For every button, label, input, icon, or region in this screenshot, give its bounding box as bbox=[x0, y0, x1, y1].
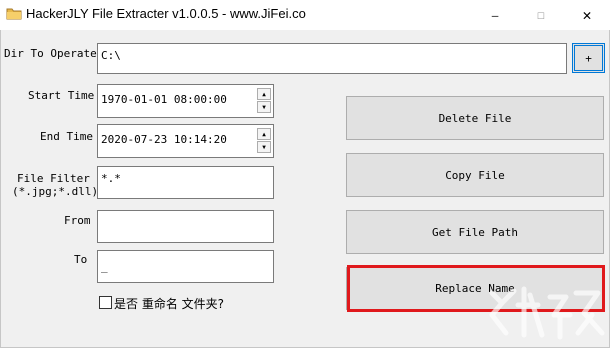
end-time-picker[interactable]: 2020-07-23 10:14:20 ▲ ▼ bbox=[97, 124, 274, 158]
arrow-up-icon: ▲ bbox=[262, 90, 266, 98]
from-input[interactable] bbox=[97, 210, 274, 243]
end-time-spin-up[interactable]: ▲ bbox=[257, 128, 271, 140]
end-time-value: 2020-07-23 10:14:20 bbox=[101, 133, 227, 146]
start-time-spin-up[interactable]: ▲ bbox=[257, 88, 271, 100]
arrow-up-icon: ▲ bbox=[262, 130, 266, 138]
delete-file-button[interactable]: Delete File bbox=[346, 96, 604, 140]
from-label: From bbox=[64, 214, 91, 227]
close-button[interactable]: ✕ bbox=[564, 0, 610, 30]
to-label: To bbox=[74, 253, 88, 266]
to-input[interactable]: _ bbox=[97, 250, 274, 283]
window-title: HackerJLY File Extracter v1.0.0.5 - www.… bbox=[26, 6, 306, 21]
to-value: _ bbox=[101, 260, 108, 273]
end-time-label: End Time bbox=[40, 130, 93, 143]
file-filter-value: *.* bbox=[101, 172, 121, 185]
rename-folder-checkbox[interactable] bbox=[99, 296, 112, 309]
minimize-button[interactable]: — bbox=[472, 0, 518, 30]
get-file-path-button[interactable]: Get File Path bbox=[346, 210, 604, 254]
end-time-spin-down[interactable]: ▼ bbox=[257, 141, 271, 153]
minimize-icon: — bbox=[491, 8, 499, 22]
close-icon: ✕ bbox=[582, 6, 592, 24]
file-filter-label: File Filter bbox=[17, 172, 90, 185]
watermark-logo bbox=[489, 286, 605, 340]
rename-folder-label: 是否 重命名 文件夹? bbox=[114, 297, 224, 311]
copy-file-button[interactable]: Copy File bbox=[346, 153, 604, 197]
title-bar: HackerJLY File Extracter v1.0.0.5 - www.… bbox=[0, 0, 610, 30]
copy-file-label: Copy File bbox=[445, 168, 505, 182]
start-time-value: 1970-01-01 08:00:00 bbox=[101, 93, 227, 106]
dir-input-value: C:\ bbox=[101, 49, 121, 62]
start-time-picker[interactable]: 1970-01-01 08:00:00 ▲ ▼ bbox=[97, 84, 274, 118]
start-time-spin-down[interactable]: ▼ bbox=[257, 101, 271, 113]
delete-file-label: Delete File bbox=[438, 111, 512, 125]
arrow-down-icon: ▼ bbox=[262, 143, 266, 151]
maximize-button[interactable]: ☐ bbox=[518, 0, 564, 30]
file-filter-hint: (*.jpg;*.dll) bbox=[12, 185, 99, 198]
folder-app-icon bbox=[6, 8, 22, 20]
browse-button[interactable]: + bbox=[572, 43, 605, 73]
maximize-icon: ☐ bbox=[537, 7, 545, 23]
get-file-path-label: Get File Path bbox=[431, 225, 519, 239]
dir-label: Dir To Operate bbox=[4, 47, 97, 60]
arrow-down-icon: ▼ bbox=[262, 103, 266, 111]
file-filter-input[interactable]: *.* bbox=[97, 166, 274, 199]
start-time-label: Start Time bbox=[28, 89, 95, 102]
dir-input[interactable]: C:\ bbox=[97, 43, 567, 74]
plus-icon: + bbox=[585, 51, 592, 65]
